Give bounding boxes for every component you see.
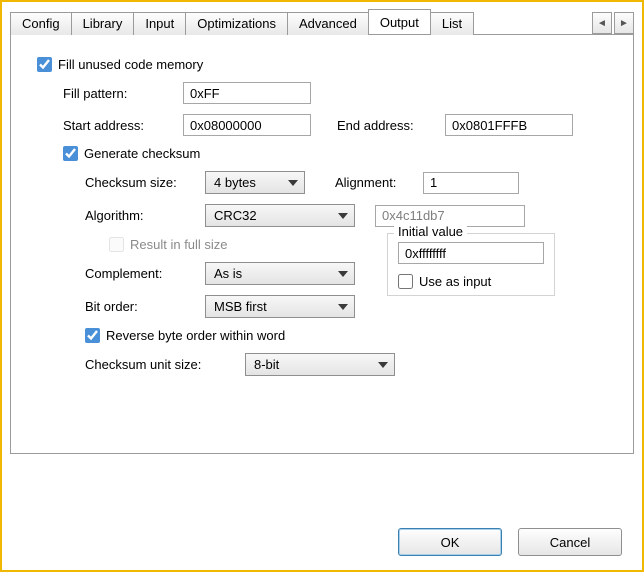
tab-list[interactable]: List (430, 12, 474, 35)
result-full-size-checkbox (109, 237, 124, 252)
tab-strip: Config Library Input Optimizations Advan… (10, 8, 634, 34)
tab-scroll-right-button[interactable]: ► (614, 12, 634, 34)
result-full-size-label: Result in full size (130, 237, 228, 252)
fill-pattern-input[interactable] (183, 82, 311, 104)
tab-scroll-left-button[interactable]: ◄ (592, 12, 612, 34)
reverse-byte-order-label: Reverse byte order within word (106, 328, 285, 343)
checksum-size-label: Checksum size: (85, 175, 205, 190)
alignment-input[interactable] (423, 172, 519, 194)
complement-label: Complement: (85, 266, 205, 281)
tab-output[interactable]: Output (368, 9, 431, 34)
fill-pattern-label: Fill pattern: (63, 86, 183, 101)
checksum-size-select[interactable]: 4 bytes (205, 171, 305, 194)
initial-value-input[interactable] (398, 242, 544, 264)
algorithm-select[interactable]: CRC32 (205, 204, 355, 227)
cancel-button[interactable]: Cancel (518, 528, 622, 556)
algorithm-label: Algorithm: (85, 208, 205, 223)
checksum-unit-size-select[interactable]: 8-bit (245, 353, 395, 376)
tab-config[interactable]: Config (10, 12, 72, 35)
initial-value-group: Initial value Use as input (387, 233, 555, 296)
alignment-label: Alignment: (335, 175, 423, 190)
chevron-down-icon (338, 271, 348, 277)
tab-input[interactable]: Input (133, 12, 186, 35)
reverse-byte-order-checkbox[interactable] (85, 328, 100, 343)
end-address-input[interactable] (445, 114, 573, 136)
use-as-input-checkbox[interactable] (398, 274, 413, 289)
algorithm-value: CRC32 (214, 208, 257, 223)
generate-checksum-label: Generate checksum (84, 146, 200, 161)
checksum-unit-size-label: Checksum unit size: (85, 357, 245, 372)
complement-select[interactable]: As is (205, 262, 355, 285)
fill-unused-checkbox[interactable] (37, 57, 52, 72)
use-as-input-label: Use as input (419, 274, 491, 289)
ok-button[interactable]: OK (398, 528, 502, 556)
tab-library[interactable]: Library (71, 12, 135, 35)
checksum-size-value: 4 bytes (214, 175, 256, 190)
bit-order-label: Bit order: (85, 299, 205, 314)
start-address-input[interactable] (183, 114, 311, 136)
chevron-down-icon (338, 213, 348, 219)
tab-advanced[interactable]: Advanced (287, 12, 369, 35)
start-address-label: Start address: (63, 118, 183, 133)
tab-optimizations[interactable]: Optimizations (185, 12, 288, 35)
complement-value: As is (214, 266, 242, 281)
chevron-down-icon (288, 180, 298, 186)
output-tab-page: Fill unused code memory Fill pattern: St… (10, 34, 634, 454)
checksum-unit-size-value: 8-bit (254, 357, 279, 372)
bit-order-value: MSB first (214, 299, 267, 314)
fill-unused-label: Fill unused code memory (58, 57, 203, 72)
chevron-down-icon (378, 362, 388, 368)
chevron-down-icon (338, 304, 348, 310)
initial-value-legend: Initial value (394, 224, 467, 239)
end-address-label: End address: (337, 118, 445, 133)
bit-order-select[interactable]: MSB first (205, 295, 355, 318)
generate-checksum-checkbox[interactable] (63, 146, 78, 161)
dialog-button-bar: OK Cancel (398, 528, 622, 556)
